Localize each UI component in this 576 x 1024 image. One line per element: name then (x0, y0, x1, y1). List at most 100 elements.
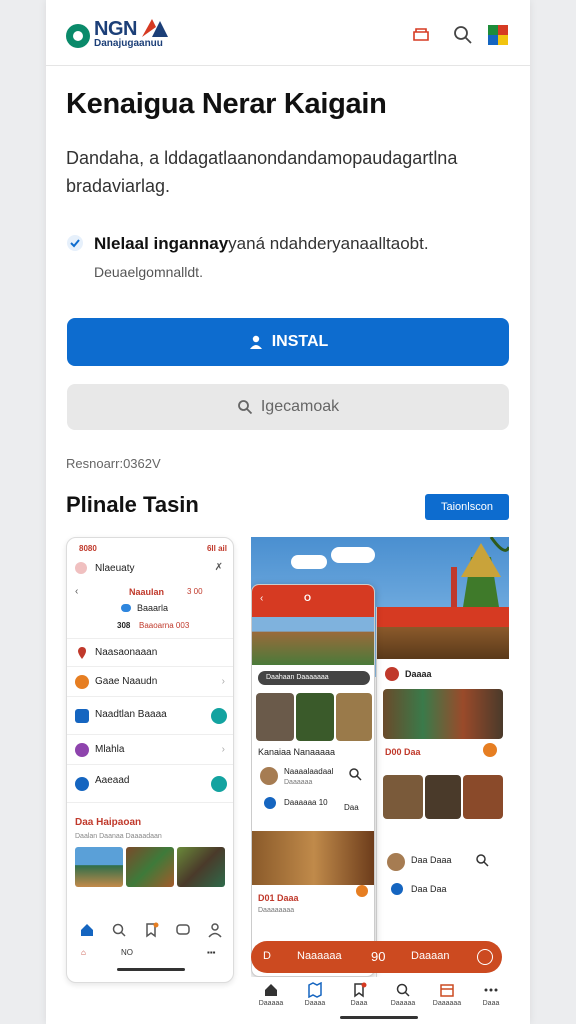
screenshots-section-title: Plinale Tasin (66, 492, 199, 517)
phone2-feature-image[interactable] (252, 831, 374, 885)
back-icon[interactable]: ‹ (260, 593, 263, 604)
brand-logo-icon[interactable] (66, 24, 90, 48)
nav-item-more[interactable]: Daaa (473, 980, 509, 1007)
pin-icon (75, 646, 89, 660)
nav-item-label: Daaaaa (258, 1000, 284, 1007)
phone2-caption2-sub: Daaaaaaaa (258, 907, 295, 914)
nav-item-label: Daaa (350, 1000, 368, 1007)
bookmark-icon[interactable] (143, 922, 159, 938)
search-button[interactable]: Igecamoak (67, 384, 509, 430)
home-icon (265, 984, 277, 996)
checkmark-icon (67, 235, 83, 251)
action-bar-left: D (263, 950, 271, 962)
nav-item-label: Daaa (482, 1000, 500, 1007)
screenshots-section-button[interactable]: Taionlscon (425, 494, 509, 520)
phone2-gallery-image[interactable] (296, 693, 334, 741)
search-icon[interactable] (111, 922, 127, 938)
close-icon[interactable]: ✗ (215, 562, 223, 573)
like-icon[interactable] (356, 885, 368, 897)
avatar (385, 667, 399, 681)
status-badge (211, 708, 227, 724)
page-title: Kenaigua Nerar Kaigain (66, 88, 387, 120)
app-description: Dandaha, a lddagatlaanondandamopaudagart… (66, 148, 458, 196)
thumbnail-image[interactable] (75, 847, 123, 887)
search-icon[interactable] (452, 24, 474, 46)
back-icon[interactable]: ‹ (75, 586, 78, 597)
info-icon (264, 797, 276, 809)
phone2-item-price: Daa (344, 803, 359, 812)
nav-item-label: Daaaaa (390, 1000, 416, 1007)
list-item[interactable]: Naadtlan Baaaa (67, 696, 233, 734)
phone3-gallery-image[interactable] (383, 689, 503, 739)
grid-color-icon[interactable] (487, 24, 509, 46)
phone2-user: Naaaalaadaal (284, 767, 334, 776)
more-icon (484, 988, 498, 992)
feature-subtitle: Deuaelgomnalldt. (94, 264, 203, 280)
status-bar: 8080 6ll ail (79, 544, 227, 553)
phone3-item: Daa Daa (411, 884, 447, 894)
user-icon (249, 335, 262, 349)
screenshot-phone-1[interactable]: 8080 6ll ail Nlaeuaty ✗ ‹ Naaulan 3 00 B… (66, 537, 234, 983)
brand-mark-icon (142, 19, 168, 37)
nav-item-saved[interactable]: Daaa (341, 980, 377, 1007)
chevron-right-icon: › (221, 676, 225, 687)
feature-title-bold: Nlelaal ingannay (94, 234, 229, 253)
list-item[interactable]: Mlahla › (67, 734, 233, 764)
map-icon (308, 982, 322, 998)
phone1-rating-left: 308 (117, 621, 131, 630)
nav-item-map[interactable]: Daaaa (297, 980, 333, 1007)
phone2-search-input[interactable]: Daahaan Daaaaaaa (258, 671, 370, 685)
screenshot-phone-2[interactable]: ‹ O Daahaan Daaaaaaa Kanaiaa Nanaaaaa Na… (251, 584, 375, 977)
like-icon[interactable] (483, 743, 497, 757)
list-item-icon (75, 777, 89, 791)
feature-title-rest: yaná ndahderyanaalltaobt. (228, 234, 429, 253)
phone3-user: Daa Daaa (411, 855, 452, 865)
nav-item-calendar[interactable]: Daaaaaa (429, 980, 465, 1007)
profile-icon[interactable] (207, 922, 223, 938)
phone3-header-bar (377, 607, 509, 627)
nav-item-search[interactable]: Daaaaa (385, 980, 421, 1007)
phone1-sub-right: 3 00 (187, 587, 203, 596)
search-icon (396, 983, 410, 997)
search-icon[interactable] (348, 767, 362, 781)
bottom-nav: Daaaaa Daaaa Daaa Daaaaa Daaaaaa Daaa (251, 980, 509, 1014)
circle-icon[interactable] (477, 949, 493, 965)
action-bar-right: Daaaan (411, 950, 450, 962)
list-item-label: Naasaonaaan (95, 647, 158, 658)
chevron-right-icon: › (221, 744, 225, 755)
chat-icon[interactable] (175, 922, 191, 938)
home-icon[interactable] (79, 922, 95, 938)
phone1-rating-right: Baaoarna 003 (139, 621, 190, 630)
list-item[interactable]: Gaae Naaudn › (67, 666, 233, 696)
status-signal: 6ll ail (206, 544, 227, 553)
nav-item-label: Daaaa (304, 1000, 326, 1007)
install-button[interactable]: INSTAL (67, 318, 509, 366)
phone3-gallery-image[interactable] (463, 775, 503, 819)
install-button-label: INSTAL (271, 333, 329, 350)
tab-bar (67, 922, 233, 944)
list-item[interactable]: Naasaonaaan (67, 638, 233, 666)
cloud-icon (121, 604, 131, 612)
thumbnail-image[interactable] (126, 847, 174, 887)
nav-item-home[interactable]: Daaaaa (253, 980, 289, 1007)
screenshot-phone-3[interactable]: Daaaa D00 Daa Daa Daaa Daa Daa (376, 607, 509, 977)
phone3-title: Daaaa (405, 669, 432, 679)
home-indicator (117, 968, 185, 971)
phone1-bottom-dots: ▪▪▪ (207, 948, 216, 957)
search-icon[interactable] (475, 853, 489, 867)
phone2-gallery-image[interactable] (336, 693, 372, 741)
screenshot-scene[interactable]: Daaaa D00 Daa Daa Daaa Daa Daa ‹ O Daaha… (251, 537, 509, 977)
list-item-label: Gaae Naaudn (95, 676, 158, 687)
phone1-sub-left: Naaulan (129, 587, 165, 597)
phone1-app-title: Nlaeuaty (95, 563, 135, 574)
phone2-gallery-image[interactable] (256, 693, 294, 741)
phone3-banner-image (377, 627, 509, 659)
thumbnail-image[interactable] (177, 847, 225, 887)
phone2-item: Daaaaaa 10 (284, 798, 328, 807)
calendar-icon (440, 984, 454, 997)
cart-icon[interactable] (410, 24, 432, 46)
list-item[interactable]: Aaeaad (67, 764, 233, 802)
phone3-gallery-image[interactable] (383, 775, 423, 819)
action-bar[interactable]: D Naaaaaa 90 Daaaan (251, 941, 502, 973)
phone3-gallery-image[interactable] (425, 775, 461, 819)
